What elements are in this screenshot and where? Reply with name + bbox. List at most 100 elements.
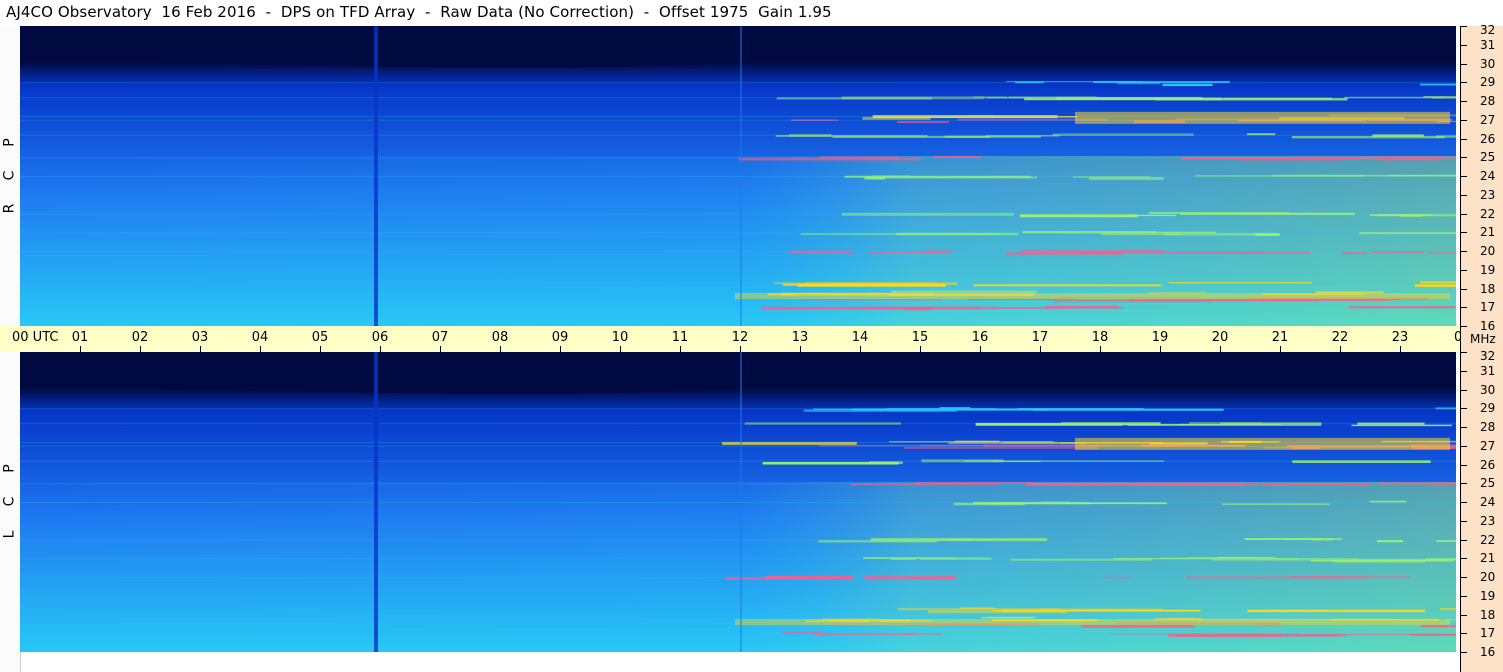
freq-tick-rcp-26 — [1461, 138, 1467, 140]
interference-trace — [20, 483, 1456, 485]
interference-line — [800, 299, 943, 301]
interference-trace — [20, 577, 1456, 578]
interference-trace — [20, 633, 1456, 635]
freq-tick-rcp-31 — [1461, 44, 1467, 46]
freq-tick-lcp-19 — [1461, 595, 1467, 597]
utc-tick-14: 14 — [851, 330, 869, 345]
rcp-label: P C R — [2, 126, 18, 225]
strong-17mhz-band — [735, 293, 1450, 299]
utc-tick-07: 07 — [431, 330, 449, 345]
interference-line — [1341, 252, 1367, 254]
interference-trace — [20, 423, 1456, 425]
interference-line — [1164, 232, 1278, 236]
interference-trace — [20, 134, 1456, 136]
interference-line — [914, 482, 1033, 484]
freq-tick-rcp-25 — [1461, 157, 1467, 159]
chart-title: AJ4CO Observatory 16 Feb 2016 - DPS on T… — [6, 3, 832, 21]
freq-label-rcp-17: 17 — [1480, 300, 1496, 315]
lcp-spectrogram — [20, 352, 1456, 652]
interference-line — [1351, 424, 1452, 427]
freq-label-rcp-22: 22 — [1480, 206, 1496, 221]
freq-label-lcp-32: 32 — [1480, 349, 1496, 363]
utc-tick-16: 16 — [971, 330, 989, 345]
freq-tick-lcp-27 — [1461, 445, 1467, 447]
utc-tick-first: 00 UTC — [12, 330, 59, 345]
freq-label-lcp-30: 30 — [1480, 382, 1496, 397]
freq-label-lcp-23: 23 — [1480, 513, 1496, 528]
interference-line — [903, 447, 1098, 449]
utc-time-axis: 00 UTC 01 02 03 04 05 06 07 08 09 10 11 12 13 14 15 16 17… — [0, 326, 1471, 352]
freq-label-lcp-31: 31 — [1480, 363, 1496, 378]
interference-trace — [20, 502, 1456, 503]
utc-tick-05: 05 — [311, 330, 329, 345]
interference-line — [960, 607, 995, 609]
utc-tick-12: 12 — [731, 330, 749, 345]
spectrogram-brightening — [20, 482, 1456, 652]
freq-unit-label: MHz — [1470, 332, 1496, 346]
rcp-spectrogram — [20, 26, 1456, 326]
freq-label-lcp-22: 22 — [1480, 532, 1496, 547]
freq-label-rcp-24: 24 — [1480, 169, 1496, 183]
freq-tick-lcp-17 — [1461, 633, 1467, 635]
utc-tick-11: 11 — [671, 330, 689, 345]
freq-label-lcp-27: 27 — [1480, 438, 1496, 453]
utc-tick-03: 03 — [191, 330, 209, 345]
freq-tick-lcp-26 — [1461, 464, 1467, 466]
freq-label-rcp-30: 30 — [1480, 56, 1496, 71]
utc-tick-19: 19 — [1151, 330, 1169, 345]
interference-line — [1127, 214, 1177, 217]
interference-line — [1239, 157, 1343, 161]
freq-label-lcp-21: 21 — [1480, 551, 1496, 566]
interference-line — [973, 284, 1162, 287]
freq-tick-rcp-21 — [1461, 232, 1467, 234]
interference-line — [1399, 214, 1423, 217]
utc-tick-17: 17 — [1031, 330, 1049, 345]
freq-label-lcp-18: 18 — [1480, 607, 1496, 622]
interference-line — [1427, 251, 1456, 254]
interference-trace — [20, 608, 1456, 610]
interference-line — [897, 121, 950, 123]
freq-label-lcp-20: 20 — [1480, 570, 1496, 584]
marker-12utc — [740, 352, 742, 652]
interference-line — [1209, 299, 1388, 301]
lcp-label: P C L — [2, 452, 18, 551]
interference-trace — [20, 232, 1456, 234]
freq-tick-rcp-29 — [1461, 82, 1467, 84]
freq-label-rcp-29: 29 — [1480, 75, 1496, 90]
freq-tick-rcp-27 — [1461, 119, 1467, 121]
utc-tick-02: 02 — [131, 330, 149, 345]
freq-label-lcp-26: 26 — [1480, 457, 1496, 472]
interference-line — [1291, 136, 1445, 139]
interference-line — [1414, 284, 1456, 287]
interference-line — [1162, 83, 1213, 87]
freq-label-rcp-28: 28 — [1480, 94, 1496, 108]
utc-tick-13: 13 — [791, 330, 809, 345]
freq-label-rcp-23: 23 — [1480, 187, 1496, 202]
interference-trace — [20, 460, 1456, 462]
utc-tick-10: 10 — [611, 330, 629, 345]
interference-line — [832, 136, 991, 138]
interference-line — [1081, 624, 1194, 628]
freq-tick-rcp-20 — [1461, 251, 1467, 252]
utc-tick-21: 21 — [1271, 330, 1289, 345]
freq-tick-rcp-22 — [1461, 213, 1467, 215]
interference-trace — [20, 251, 1456, 252]
freq-label-lcp-28: 28 — [1480, 420, 1496, 434]
freq-tick-lcp-25 — [1461, 483, 1467, 485]
freq-tick-lcp-29 — [1461, 408, 1467, 410]
freq-label-rcp-19: 19 — [1480, 262, 1496, 277]
freq-label-lcp-17: 17 — [1480, 626, 1496, 641]
interference-line — [1183, 484, 1289, 486]
lcp-spectrogram-image — [20, 352, 1456, 652]
utc-tick-22: 22 — [1331, 330, 1349, 345]
interference-line — [917, 578, 958, 580]
freq-tick-rcp-16 — [1461, 326, 1467, 327]
utc-tick-08: 08 — [491, 330, 509, 345]
utc-tick-18: 18 — [1091, 330, 1109, 345]
interference-trace — [20, 97, 1456, 99]
freq-label-rcp-20: 20 — [1480, 244, 1496, 258]
freq-tick-lcp-30 — [1461, 389, 1467, 391]
freq-tick-rcp-23 — [1461, 194, 1467, 196]
interference-trace — [20, 408, 1456, 410]
utc-tick-09: 09 — [551, 330, 569, 345]
